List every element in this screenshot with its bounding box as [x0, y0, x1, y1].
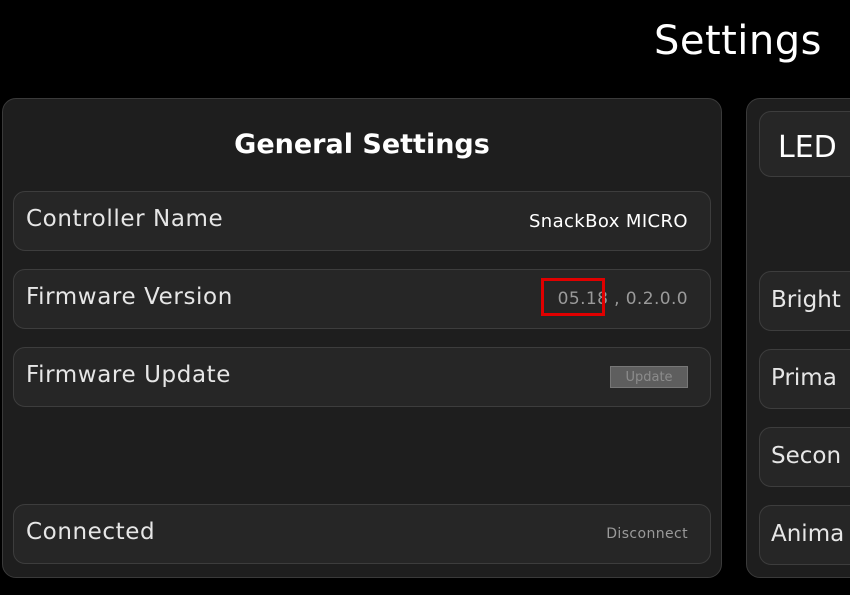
- led-row-animation[interactable]: Anima: [759, 505, 850, 565]
- led-row-label: Anima: [771, 521, 845, 547]
- led-row-label: Secon: [771, 443, 842, 469]
- connection-row: Connected Disconnect: [13, 504, 711, 564]
- update-button[interactable]: Update: [610, 366, 688, 388]
- general-settings-title: General Settings: [234, 129, 490, 160]
- led-row-brightness[interactable]: Bright: [759, 271, 850, 331]
- firmware-version-label: Firmware Version: [26, 284, 233, 310]
- page-title: Settings: [653, 18, 822, 64]
- led-row-primary[interactable]: Prima: [759, 349, 850, 409]
- led-settings-title: LED: [778, 130, 837, 165]
- controller-name-label: Controller Name: [26, 206, 224, 232]
- firmware-update-label: Firmware Update: [26, 362, 232, 388]
- settings-page: Settings General Settings Controller Nam…: [0, 0, 850, 595]
- general-settings-panel: General Settings Controller Name SnackBo…: [2, 98, 722, 578]
- led-row-label: Bright: [771, 287, 841, 313]
- led-settings-panel: LED Bright Prima Secon Anima: [746, 98, 850, 578]
- connection-status-label: Connected: [26, 519, 156, 545]
- led-row-label: Prima: [771, 365, 837, 391]
- disconnect-button[interactable]: Disconnect: [606, 526, 688, 542]
- firmware-version-row: Firmware Version 05.18 , 0.2.0.0: [13, 269, 711, 329]
- controller-name-row: Controller Name SnackBox MICRO: [13, 191, 711, 251]
- controller-name-value[interactable]: SnackBox MICRO: [529, 211, 688, 232]
- led-row-secondary[interactable]: Secon: [759, 427, 850, 487]
- led-settings-header: LED: [759, 111, 850, 177]
- firmware-version-highlight-box: [541, 278, 605, 316]
- firmware-update-row: Firmware Update Update: [13, 347, 711, 407]
